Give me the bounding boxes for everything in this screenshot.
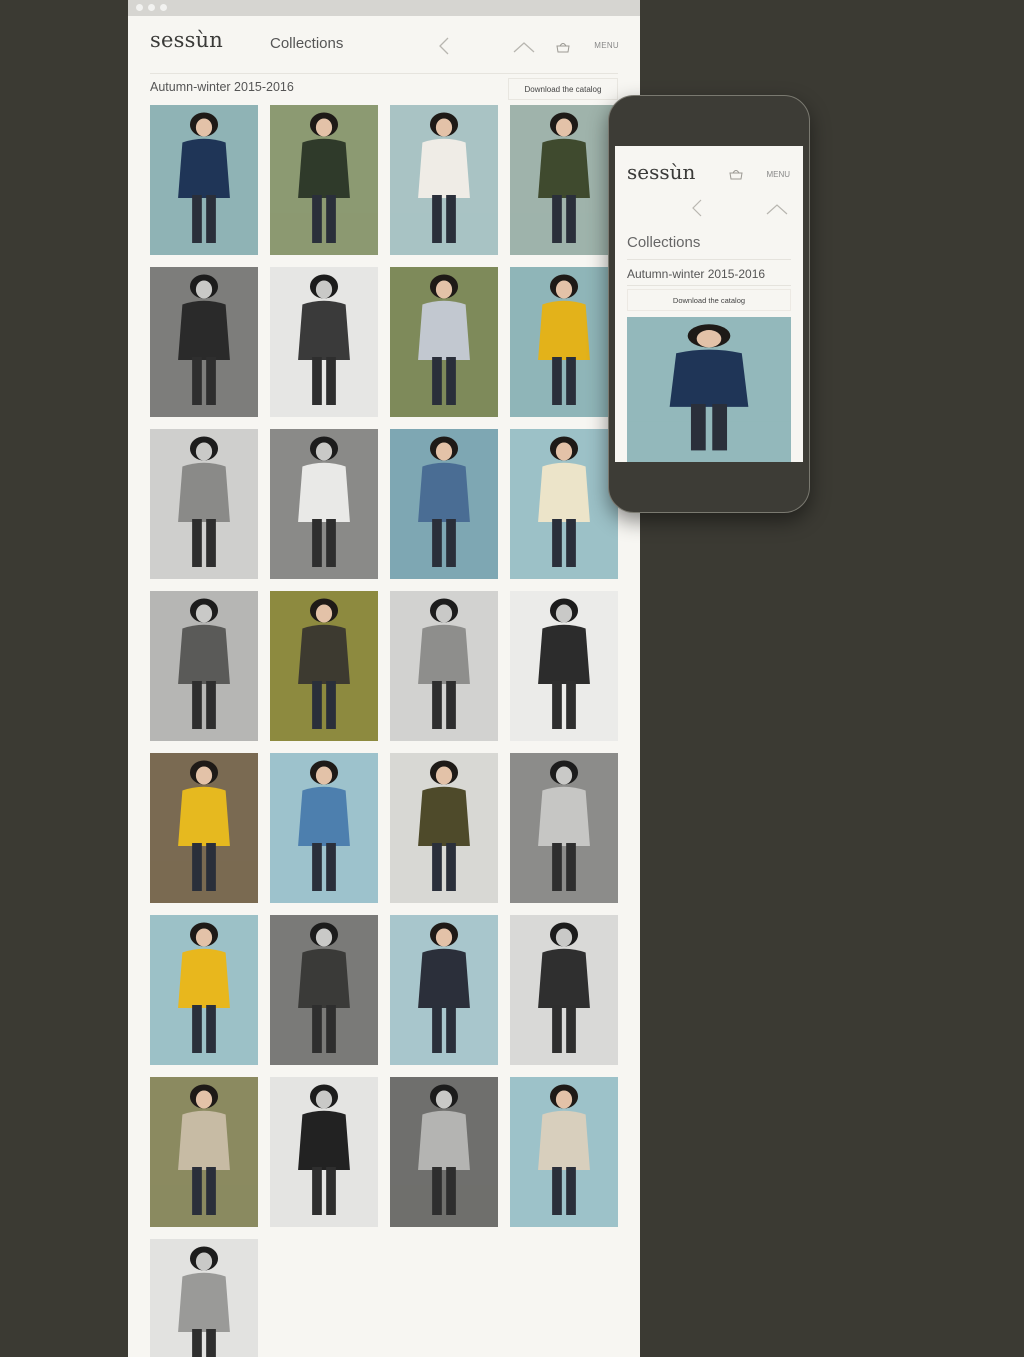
window-dot-maximize[interactable] bbox=[160, 4, 167, 11]
mobile-collection-photo[interactable] bbox=[627, 317, 791, 462]
collection-photo[interactable] bbox=[270, 1077, 378, 1227]
browser-window: sessùn Collections MENU Autumn-winter 20… bbox=[128, 0, 640, 1357]
download-catalog-button[interactable]: Download the catalog bbox=[508, 78, 618, 100]
collection-photo[interactable] bbox=[270, 429, 378, 579]
phone-mockup: sessùn MENU Collections Autumn-winter 20… bbox=[608, 95, 810, 513]
mobile-up-chevron-icon[interactable] bbox=[766, 202, 788, 220]
collection-photo[interactable] bbox=[150, 105, 258, 255]
mobile-cart-icon[interactable] bbox=[729, 167, 743, 185]
collection-photo[interactable] bbox=[270, 267, 378, 417]
collection-photo[interactable] bbox=[510, 105, 618, 255]
window-dot-minimize[interactable] bbox=[148, 4, 155, 11]
brand-logo[interactable]: sessùn bbox=[150, 28, 223, 52]
collection-photo[interactable] bbox=[390, 753, 498, 903]
collection-photo[interactable] bbox=[150, 591, 258, 741]
collection-photo[interactable] bbox=[510, 429, 618, 579]
mobile-brand-logo[interactable]: sessùn bbox=[627, 160, 695, 184]
season-title: Autumn-winter 2015-2016 bbox=[150, 80, 294, 94]
menu-button[interactable]: MENU bbox=[594, 41, 619, 50]
cart-icon[interactable] bbox=[556, 40, 570, 58]
collection-photo[interactable] bbox=[270, 915, 378, 1065]
mobile-season-title: Autumn-winter 2015-2016 bbox=[627, 267, 766, 281]
collection-photo[interactable] bbox=[390, 105, 498, 255]
collection-photo[interactable] bbox=[270, 105, 378, 255]
collection-photo[interactable] bbox=[510, 267, 618, 417]
mobile-divider bbox=[627, 285, 791, 286]
collection-photo[interactable] bbox=[150, 1077, 258, 1227]
collection-photo[interactable] bbox=[510, 1077, 618, 1227]
collection-photo[interactable] bbox=[270, 753, 378, 903]
collection-photo[interactable] bbox=[390, 915, 498, 1065]
collection-photo[interactable] bbox=[390, 267, 498, 417]
collection-photo[interactable] bbox=[510, 753, 618, 903]
nav-collections-link[interactable]: Collections bbox=[270, 35, 343, 52]
collection-photo[interactable] bbox=[150, 267, 258, 417]
collection-photo[interactable] bbox=[510, 915, 618, 1065]
site-header: sessùn Collections MENU bbox=[150, 16, 619, 74]
collection-photo[interactable] bbox=[150, 429, 258, 579]
collection-subheader: Autumn-winter 2015-2016 Download the cat… bbox=[150, 74, 618, 104]
phone-screen: sessùn MENU Collections Autumn-winter 20… bbox=[615, 146, 803, 462]
collection-photo[interactable] bbox=[150, 915, 258, 1065]
collection-photo[interactable] bbox=[150, 1239, 258, 1357]
mobile-divider bbox=[627, 259, 791, 260]
collection-photo[interactable] bbox=[390, 429, 498, 579]
mobile-menu-button[interactable]: MENU bbox=[766, 170, 790, 179]
back-chevron-icon[interactable] bbox=[437, 36, 451, 61]
collection-photo[interactable] bbox=[150, 753, 258, 903]
mobile-back-chevron-icon[interactable] bbox=[691, 198, 703, 223]
window-dot-close[interactable] bbox=[136, 4, 143, 11]
collection-photo[interactable] bbox=[390, 591, 498, 741]
collection-photo[interactable] bbox=[270, 591, 378, 741]
up-chevron-icon[interactable] bbox=[513, 40, 535, 58]
collection-photo[interactable] bbox=[510, 591, 618, 741]
mobile-download-catalog-button[interactable]: Download the catalog bbox=[627, 289, 791, 311]
collection-photo[interactable] bbox=[390, 1077, 498, 1227]
browser-title-bar bbox=[128, 0, 640, 16]
mobile-collections-title[interactable]: Collections bbox=[627, 234, 700, 251]
